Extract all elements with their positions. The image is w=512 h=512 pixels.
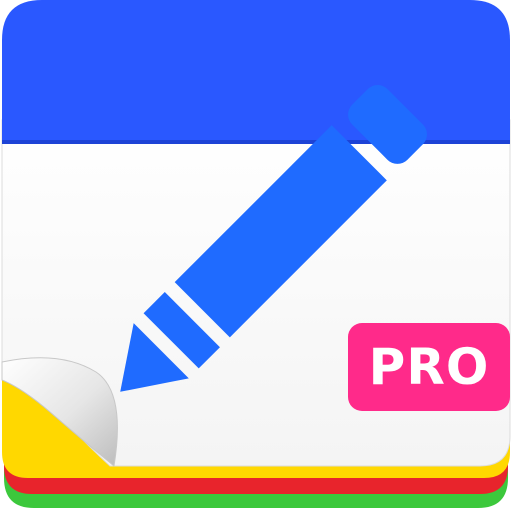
header-edge — [2, 140, 510, 144]
pro-badge: PRO — [348, 323, 510, 411]
pro-badge-label: PRO — [368, 338, 490, 396]
notepad-illustration — [1, 0, 511, 508]
app-icon: PRO — [0, 0, 512, 512]
header-band — [2, 0, 510, 142]
